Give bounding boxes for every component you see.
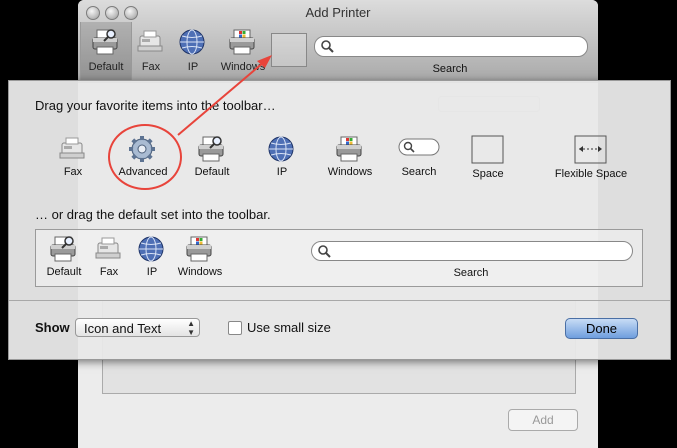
favorites-heading: Drag your favorite items into the toolba…	[35, 98, 276, 113]
toolbar-item-fax[interactable]: Fax	[136, 28, 166, 73]
default-toolbar-set[interactable]: Default Fax IP Windows Search	[35, 229, 643, 287]
toolbar-item-windows[interactable]: Windows	[218, 28, 268, 73]
window-title: Add Printer	[305, 5, 371, 20]
toolbar-item-label: Fax	[141, 61, 161, 73]
flexible-space-icon	[574, 135, 607, 164]
search-icon	[318, 245, 331, 258]
sheet-divider	[9, 300, 670, 301]
toolbar-item-label: IP	[187, 61, 199, 73]
show-label: Show	[35, 320, 70, 335]
default-set-search-label: Search	[453, 267, 489, 279]
globe-icon	[179, 29, 205, 55]
fax-icon	[137, 30, 163, 52]
gear-icon	[128, 135, 157, 163]
use-small-size-checkbox[interactable]	[228, 321, 242, 335]
drop-placeholder	[271, 33, 307, 67]
window-titlebar: Add Printer Default Fax IP Windows Searc…	[78, 0, 598, 83]
toolbar-item-label: Default	[88, 61, 124, 73]
show-select-value: Icon and Text	[84, 321, 162, 336]
search-label: Search	[432, 63, 468, 75]
palette-item-flexible-space[interactable]: Flexible Space	[546, 135, 636, 180]
printer-search-icon	[92, 29, 118, 55]
fax-icon	[59, 137, 85, 159]
select-arrows-icon: ▲ ▼	[187, 319, 195, 337]
printer-windows-icon	[336, 136, 362, 162]
search-icon	[321, 40, 334, 53]
printer-search-icon	[198, 136, 224, 162]
palette-item-space[interactable]: Space	[443, 135, 533, 180]
palette-item-label: Space	[472, 168, 504, 180]
default-set-item-windows: Windows	[165, 235, 235, 278]
search-field-icon	[398, 138, 440, 156]
globe-icon	[268, 136, 294, 162]
space-icon	[471, 135, 504, 164]
toolbar-item-label: Windows	[220, 61, 266, 73]
add-button[interactable]: Add	[508, 409, 578, 431]
show-select[interactable]: Icon and Text ▲ ▼	[75, 318, 200, 337]
use-small-size-label[interactable]: Use small size	[247, 320, 331, 335]
done-button[interactable]: Done	[565, 318, 638, 339]
default-set-item-label: Windows	[177, 266, 223, 278]
globe-icon	[138, 236, 164, 262]
default-set-search-field	[311, 241, 633, 261]
default-set-heading: … or drag the default set into the toolb…	[35, 207, 271, 222]
printer-windows-icon	[186, 236, 212, 262]
customize-toolbar-sheet: Drag your favorite items into the toolba…	[8, 80, 671, 360]
printer-windows-icon	[229, 29, 255, 55]
toolbar-item-default[interactable]: Default	[80, 22, 132, 82]
palette-item-label: Flexible Space	[554, 168, 628, 180]
toolbar-item-ip[interactable]: IP	[178, 28, 208, 73]
search-input[interactable]	[314, 36, 588, 57]
